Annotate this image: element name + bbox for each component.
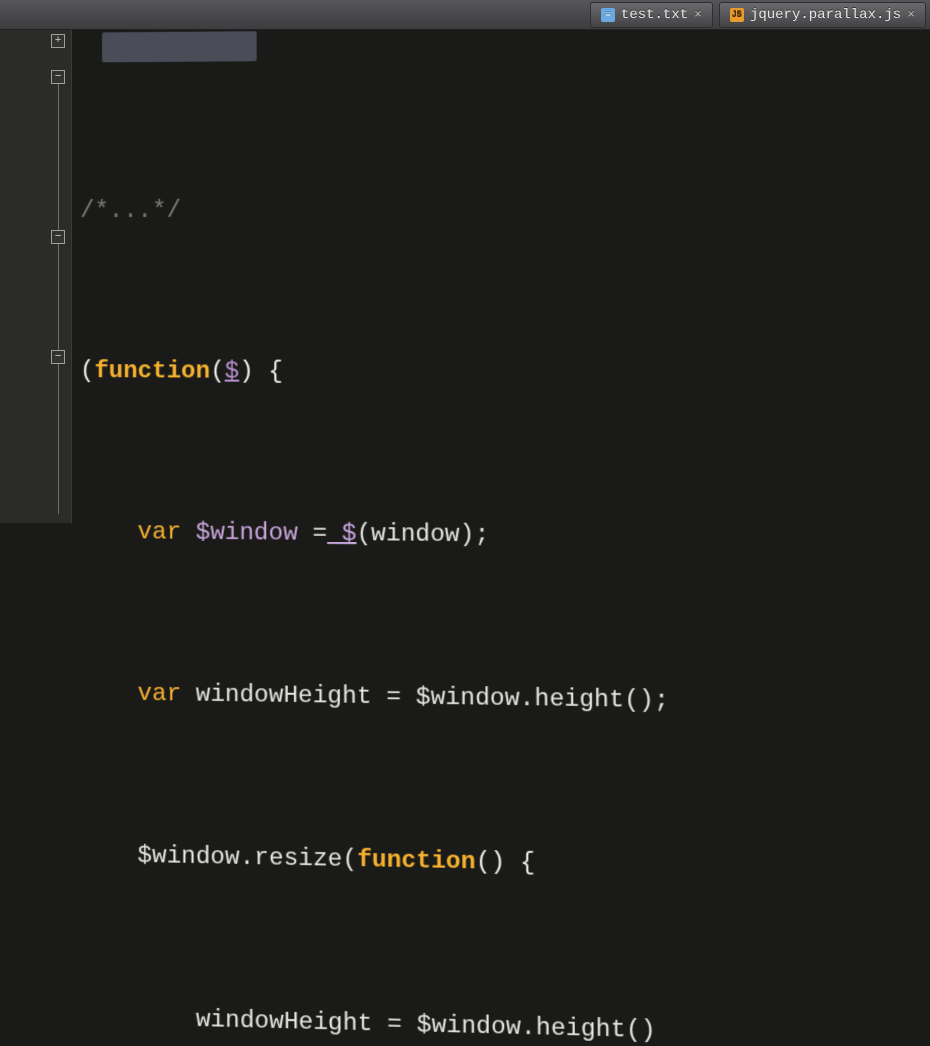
code-line[interactable]: (function($) { bbox=[80, 352, 930, 395]
code-line[interactable]: windowHeight = $window.height() bbox=[79, 998, 930, 1046]
close-icon[interactable]: × bbox=[694, 7, 702, 22]
fold-collapse-icon[interactable]: − bbox=[51, 70, 65, 84]
tab-test-txt[interactable]: ≡ test.txt × bbox=[590, 2, 713, 28]
fold-guide bbox=[58, 74, 59, 514]
comment: /*...*/ bbox=[80, 198, 181, 225]
tab-label: test.txt bbox=[621, 7, 688, 23]
code-area[interactable]: /*...*/ (function($) { var $window = $(w… bbox=[72, 24, 930, 531]
fold-expand-icon[interactable]: + bbox=[51, 34, 65, 48]
close-icon[interactable]: × bbox=[907, 7, 915, 22]
code-line[interactable]: $window.resize(function() { bbox=[79, 835, 930, 893]
code-line[interactable]: /*...*/ bbox=[80, 190, 930, 232]
code-editor[interactable]: + − − − /*...*/ (function($) { var $wind… bbox=[0, 30, 930, 523]
file-js-icon: JS bbox=[730, 8, 744, 22]
file-text-icon: ≡ bbox=[601, 8, 615, 22]
fold-collapse-icon[interactable]: − bbox=[51, 350, 65, 364]
text-selection bbox=[102, 31, 257, 62]
fold-column: + − − − bbox=[49, 30, 67, 523]
code-line[interactable]: var $window = $(window); bbox=[80, 513, 930, 561]
gutter: + − − − bbox=[0, 30, 72, 523]
fold-collapse-icon[interactable]: − bbox=[51, 230, 65, 244]
code-line[interactable]: var windowHeight = $window.height(); bbox=[80, 674, 930, 727]
tab-label: jquery.parallax.js bbox=[750, 7, 901, 23]
